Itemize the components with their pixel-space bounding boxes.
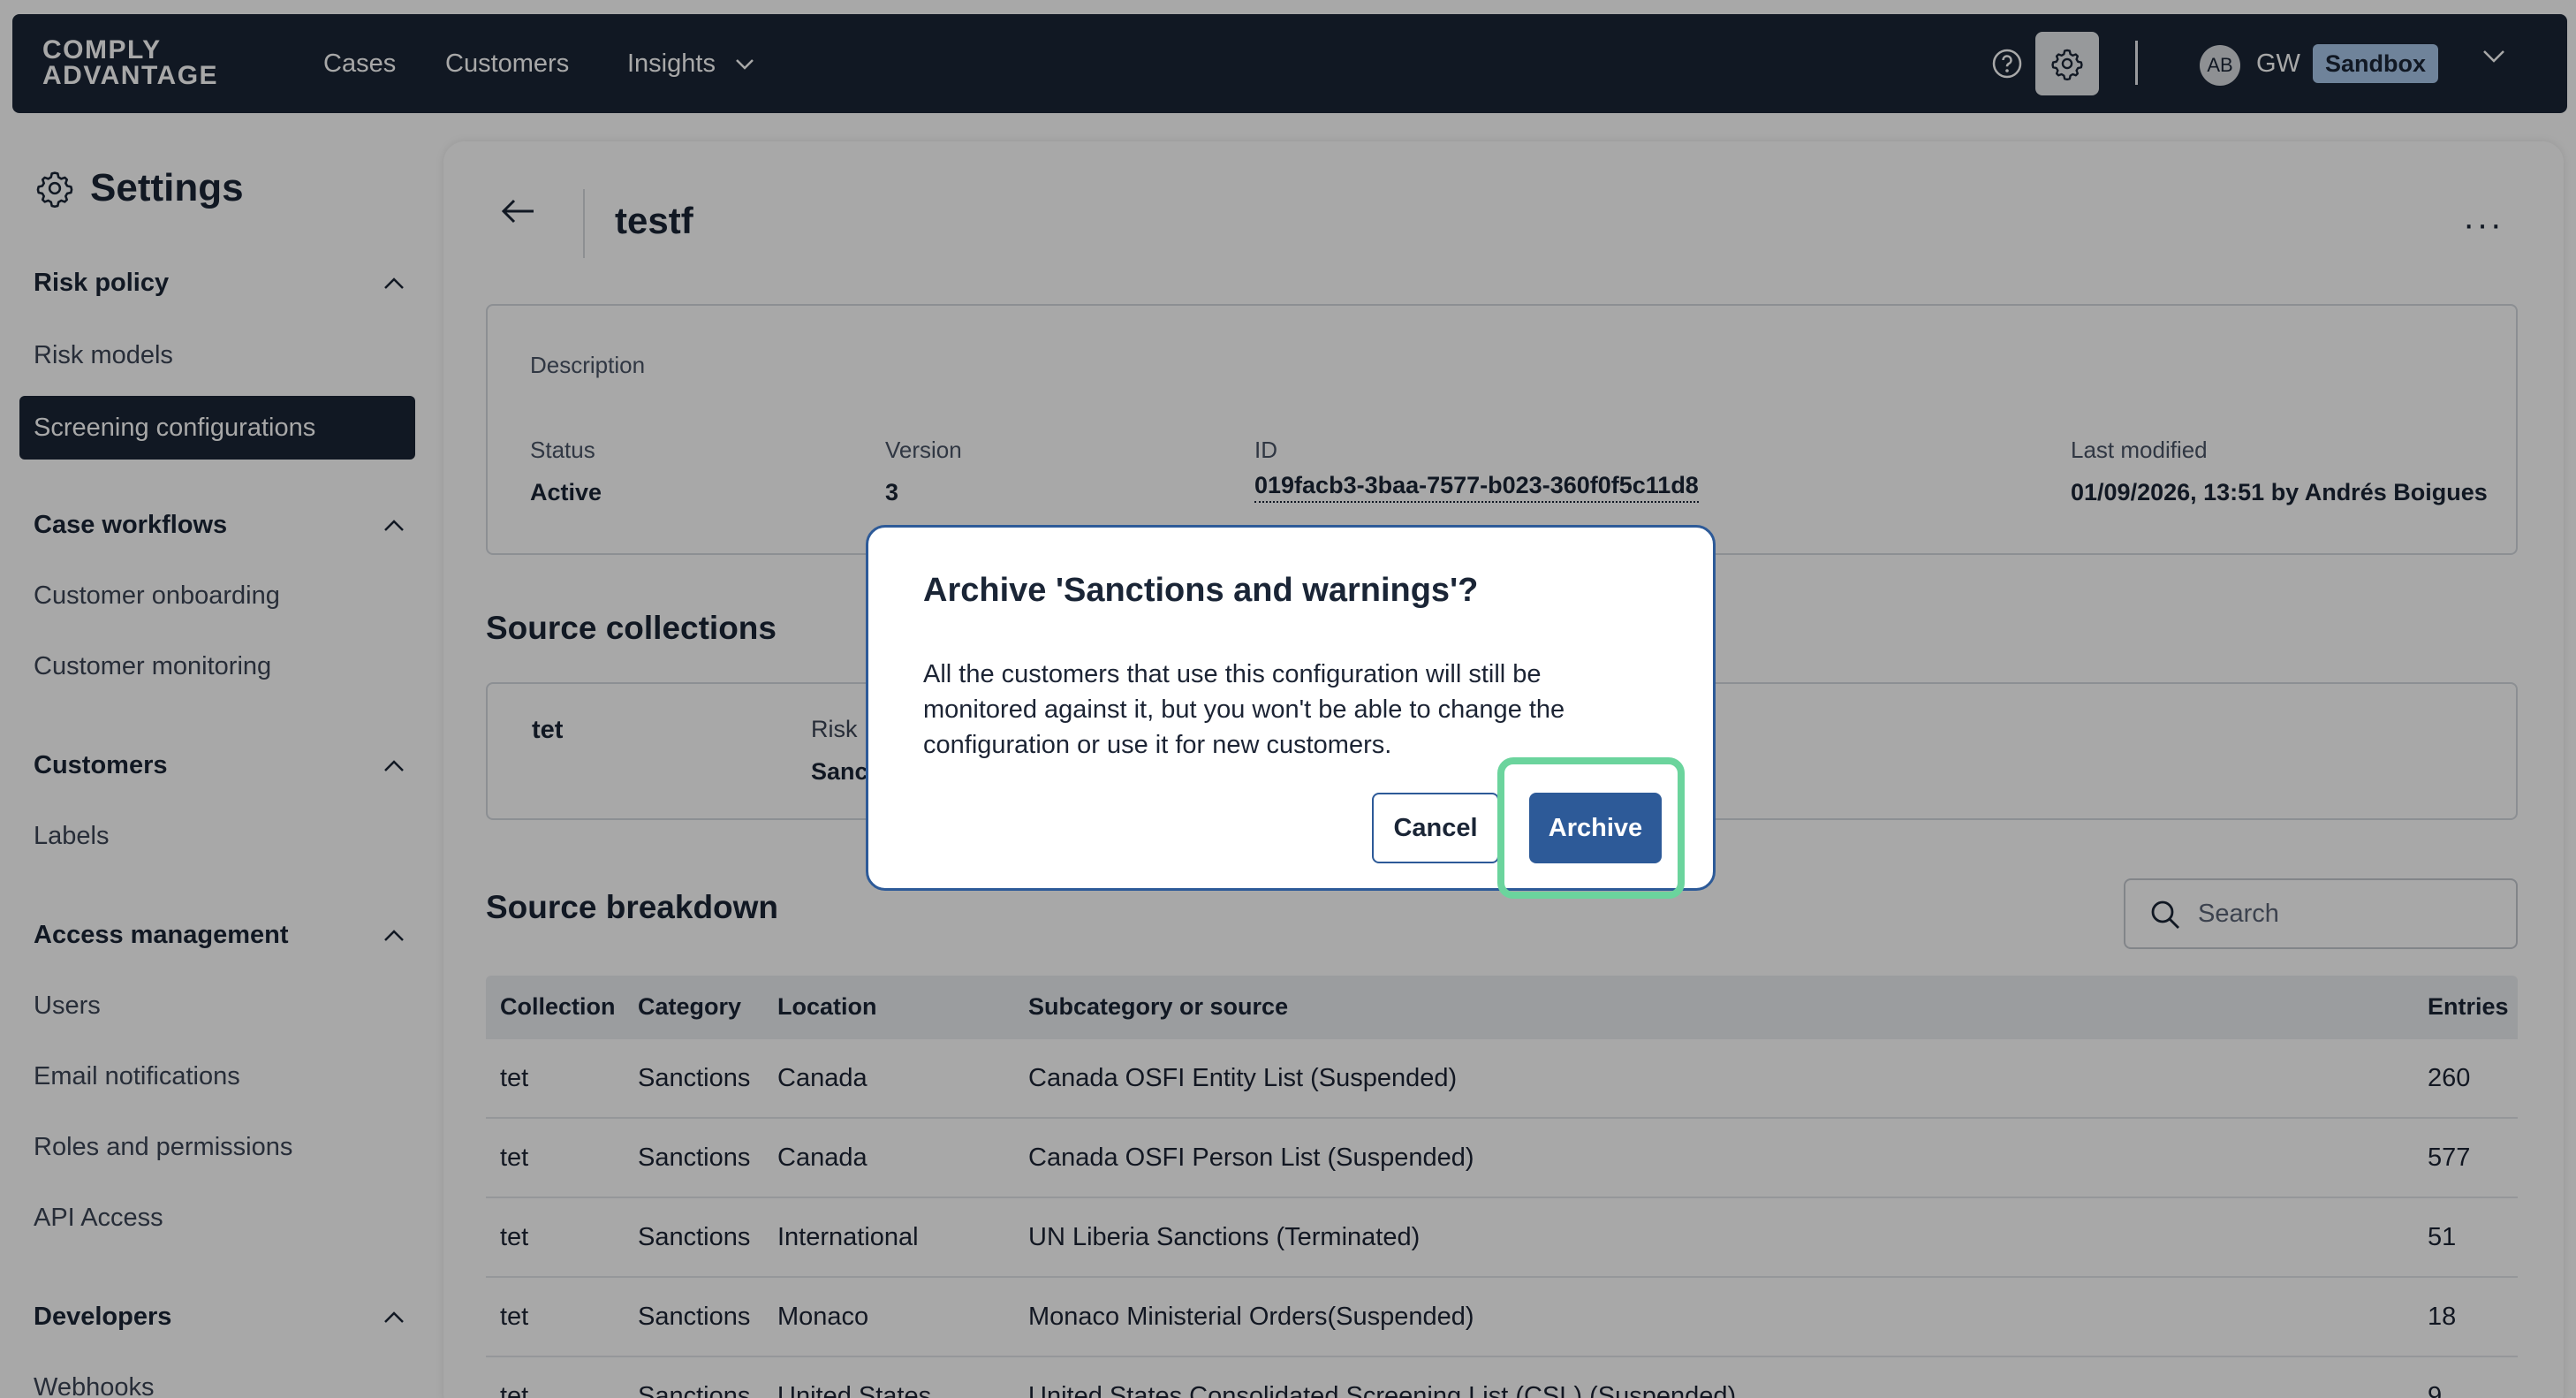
dialog-message: All the customers that use this configur…: [923, 660, 1565, 759]
dialog-title: Archive 'Sanctions and warnings'?: [923, 572, 1479, 609]
cancel-button[interactable]: Cancel: [1372, 793, 1499, 863]
archive-button[interactable]: Archive: [1529, 793, 1662, 863]
archive-confirmation-dialog: Archive 'Sanctions and warnings'? All th…: [866, 525, 1716, 899]
